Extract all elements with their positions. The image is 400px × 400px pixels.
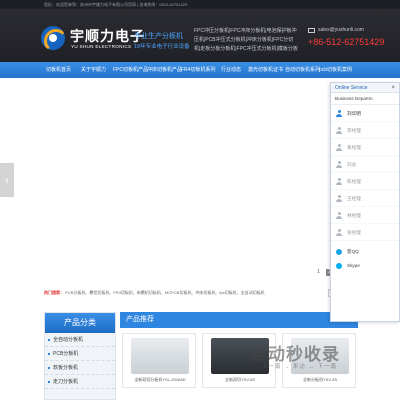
logo-english-name: YU SHUN ELECTRONICS xyxy=(71,44,132,49)
nav-item-home[interactable]: 切板机首页 xyxy=(46,62,71,78)
staff-name[interactable]: 张经理 xyxy=(347,230,361,235)
header-phone: +86-512-62751429 xyxy=(308,37,385,47)
staff-name[interactable]: 李经理 xyxy=(347,128,361,133)
service-staff-item[interactable]: 刘总 xyxy=(331,156,399,173)
category-item[interactable]: 全自动分板机 xyxy=(45,333,115,347)
header-keywords: FPC冲压分板机|FPC冲床分板机|电池保护板冲压机|PCB冲压式分板机|冲床分… xyxy=(194,28,298,52)
skype-icon xyxy=(336,263,342,269)
nav-item-fpc[interactable]: FPC切板机产品 xyxy=(113,62,148,78)
product-name[interactable]: 全新双切YSV-6S xyxy=(203,377,277,383)
person-icon xyxy=(336,229,342,236)
hot-search-label: 热门搜索： xyxy=(44,290,64,295)
skype-label[interactable]: Skype xyxy=(347,263,360,268)
staff-name[interactable]: 刘华明 xyxy=(347,111,361,116)
person-icon xyxy=(336,110,342,117)
service-skype[interactable]: Skype xyxy=(331,259,399,273)
product-name[interactable]: 全新分板机YSV-3S xyxy=(283,377,357,383)
service-staff-item[interactable]: 林经理 xyxy=(331,207,399,224)
service-title: Online Service xyxy=(335,85,368,91)
product-name[interactable]: 全新双切分板机YSL-2000AD xyxy=(123,377,197,383)
recommended-products-title: 产品推荐 xyxy=(120,312,358,328)
service-staff-item[interactable]: 李经理 xyxy=(331,122,399,139)
person-icon xyxy=(336,127,342,134)
service-staff-item[interactable]: 王经理 xyxy=(331,190,399,207)
nav-item-auto[interactable]: 自动切板机系列 xyxy=(285,62,320,78)
top-welcome-bar: 您好，欢迎您来到：苏州市宇顺力电子有限公司官网 | 咨询热线：0512-6275… xyxy=(0,0,400,9)
header-email[interactable]: sales@yushunli.com xyxy=(308,27,364,33)
service-staff-item[interactable]: 陈经理 xyxy=(331,173,399,190)
staff-name[interactable]: 陈经理 xyxy=(347,179,361,184)
service-header: Online Service × xyxy=(331,83,399,93)
service-staff-item[interactable]: 张经理 xyxy=(331,224,399,241)
product-category-panel: 产品分类 全自动分板机 PCB分板机 软板分板机 走刀分板机 xyxy=(44,312,116,400)
person-icon xyxy=(336,195,342,202)
nav-item-punch[interactable]: 冲床切板机产品 xyxy=(147,62,182,78)
slogan-main: 专业生产分板机 xyxy=(134,33,183,40)
service-staff-item[interactable]: 刘华明 xyxy=(331,105,399,122)
qq-label[interactable]: 客QQ xyxy=(347,249,359,254)
product-card[interactable]: 全新双切分板机YSL-2000AD xyxy=(122,333,196,388)
category-item[interactable]: 走刀分板机 xyxy=(45,375,115,389)
staff-name[interactable]: 黄经理 xyxy=(347,145,361,150)
nav-item-cases[interactable]: pcb切板机案例 xyxy=(319,62,352,78)
email-text[interactable]: sales@yushunli.com xyxy=(318,27,364,33)
staff-name[interactable]: 林经理 xyxy=(347,213,361,218)
category-item[interactable]: PCB分板机 xyxy=(45,347,115,361)
mail-icon xyxy=(308,27,315,33)
slogan-sub: 18年专业电子行业设备 xyxy=(134,44,190,50)
person-icon xyxy=(336,144,342,151)
nav-item-fr4[interactable]: FR4切板机系列 xyxy=(181,62,215,78)
chevron-left-icon[interactable]: ‹ xyxy=(0,163,14,197)
hot-search-terms[interactable]: PCB分板机、覆铝切板机、FR4切板机、新覆机切板机、MCPCB切板机、冲床切板… xyxy=(65,290,265,295)
close-icon[interactable]: × xyxy=(391,83,395,93)
service-staff-item[interactable]: 黄经理 xyxy=(331,139,399,156)
welcome-text: 您好，欢迎您来到：苏州市宇顺力电子有限公司官网 | 咨询热线：0512-6275… xyxy=(44,2,188,7)
watermark-subtext: 上一篇 → 来访 → 下一篇 xyxy=(262,364,338,370)
service-qq[interactable]: 客QQ xyxy=(331,245,399,259)
company-logo-icon[interactable] xyxy=(41,26,65,50)
site-header: 宇顺力电子 YU SHUN ELECTRONICS 专业生产分板机 18年专业电… xyxy=(0,9,400,62)
nav-item-news[interactable]: 行业动态 xyxy=(221,62,241,78)
person-icon xyxy=(336,212,342,219)
online-service-panel: Online Service × Business Departm 刘华明 李经… xyxy=(330,82,400,322)
staff-name[interactable]: 王经理 xyxy=(347,196,361,201)
category-title: 产品分类 xyxy=(45,313,115,333)
main-nav: 切板机首页 关于宇顺力 FPC切板机产品 冲床切板机产品 FR4切板机系列 行业… xyxy=(0,62,400,78)
product-image[interactable] xyxy=(131,338,189,374)
qq-icon xyxy=(336,249,342,255)
person-icon xyxy=(336,161,342,168)
banner-page-1[interactable]: 1 xyxy=(315,269,322,276)
category-item[interactable]: 软板分板机 xyxy=(45,361,115,375)
nav-item-certificates[interactable]: 激光切板机证书 xyxy=(248,62,283,78)
person-icon xyxy=(336,178,342,185)
staff-name[interactable]: 刘总 xyxy=(347,162,356,167)
service-department: Business Departm xyxy=(331,93,399,105)
nav-item-about[interactable]: 关于宇顺力 xyxy=(81,62,106,78)
